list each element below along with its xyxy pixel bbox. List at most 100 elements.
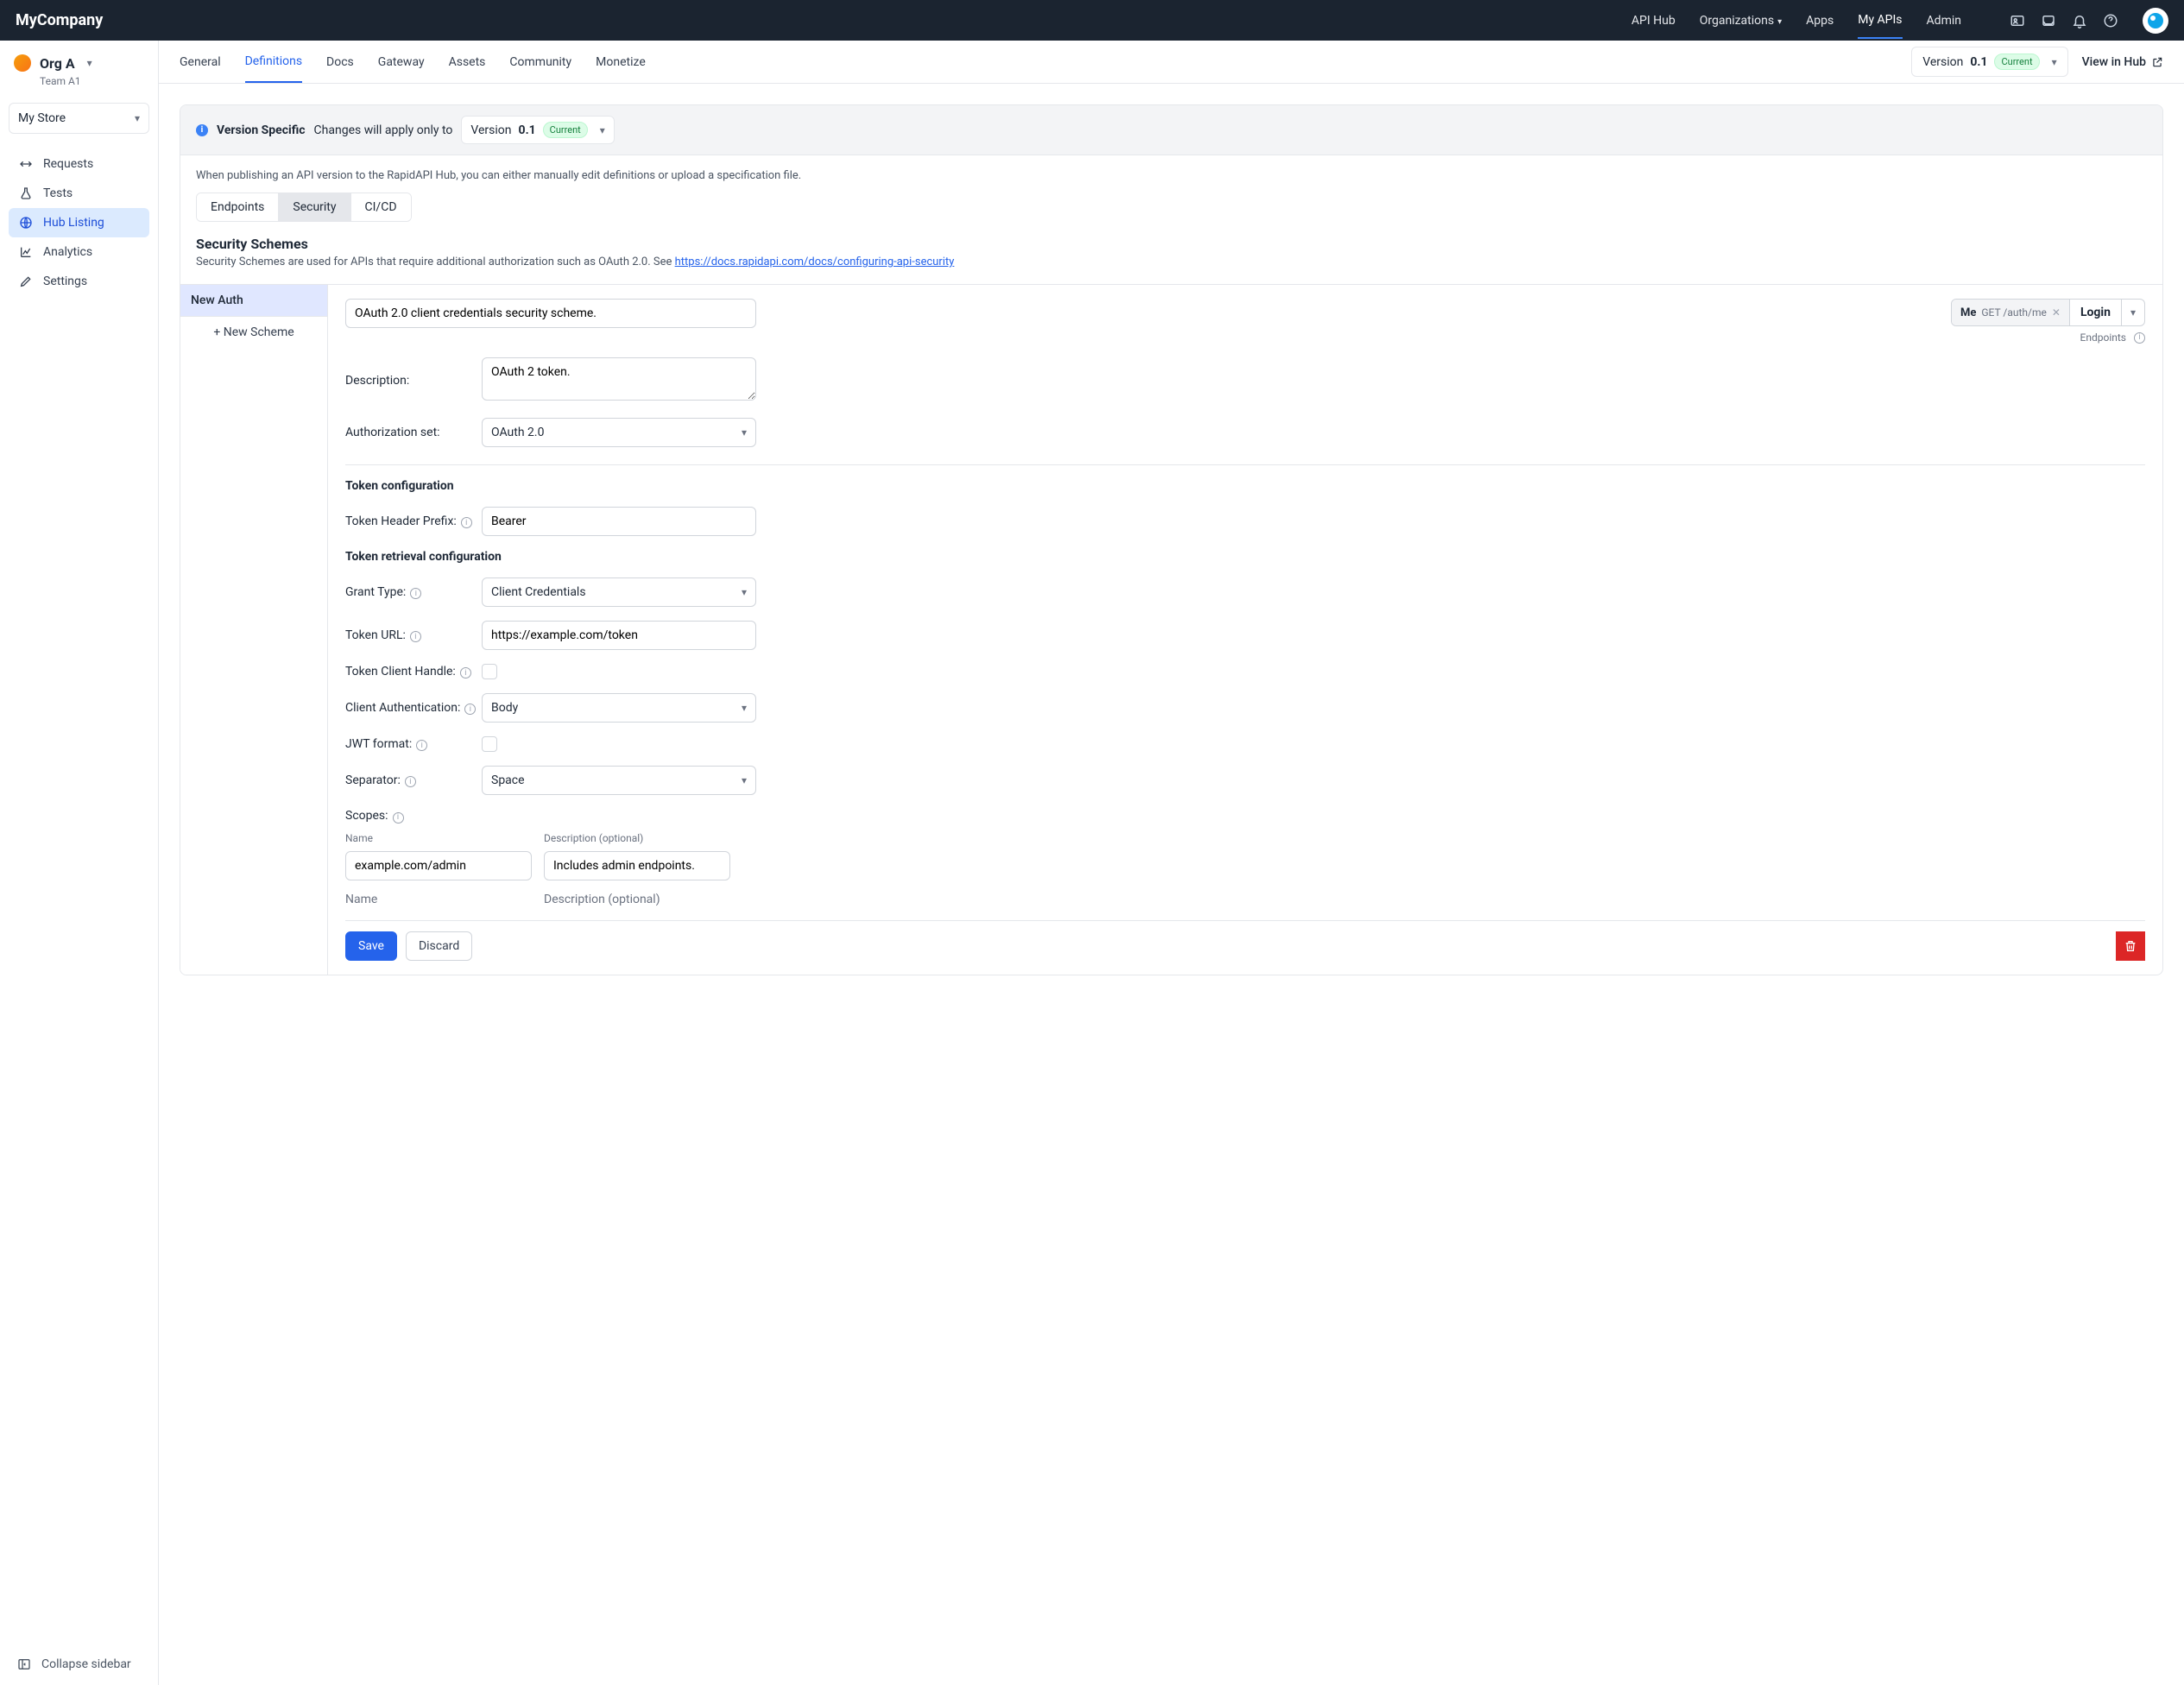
nav-my-apis[interactable]: My APIs: [1858, 3, 1902, 39]
sidenav-analytics[interactable]: Analytics: [9, 237, 149, 267]
seg-endpoints[interactable]: Endpoints: [197, 193, 279, 221]
scopes-label: Scopes:: [345, 809, 388, 823]
store-picker[interactable]: My Store ▾: [9, 103, 149, 134]
scope-name-input[interactable]: [345, 851, 532, 880]
security-docs-link[interactable]: https://docs.rapidapi.com/docs/configuri…: [675, 256, 955, 268]
tab-gateway[interactable]: Gateway: [378, 42, 425, 82]
nav-admin[interactable]: Admin: [1927, 3, 1961, 38]
schemes-list: New Auth + New Scheme: [180, 285, 327, 975]
scope-desc-placeholder: Description (optional): [544, 893, 730, 906]
version-number: 0.1: [1970, 55, 1987, 69]
nav-organizations[interactable]: Organizations▾: [1700, 3, 1782, 38]
flask-icon: [19, 186, 33, 200]
authset-label: Authorization set:: [345, 426, 482, 439]
tokenurl-label: Token URL:: [345, 628, 406, 642]
tab-assets[interactable]: Assets: [449, 42, 486, 82]
inbox-icon[interactable]: [2041, 13, 2056, 28]
arrows-icon: [19, 157, 33, 171]
delete-button[interactable]: [2116, 931, 2145, 961]
tab-docs[interactable]: Docs: [326, 42, 354, 82]
sidenav-hub-listing[interactable]: Hub Listing: [9, 208, 149, 237]
chevron-down-icon: ▾: [742, 586, 747, 598]
org-badge-icon: [14, 54, 31, 72]
banner-version-selector[interactable]: Version 0.1 Current ▾: [461, 116, 614, 144]
info-icon[interactable]: i: [410, 588, 421, 599]
collapse-label: Collapse sidebar: [41, 1657, 131, 1671]
authset-select[interactable]: OAuth 2.0▾: [482, 418, 756, 447]
nav-api-hub[interactable]: API Hub: [1632, 3, 1676, 38]
sidenav-requests[interactable]: Requests: [9, 149, 149, 179]
sidenav-settings[interactable]: Settings: [9, 267, 149, 296]
sep-select[interactable]: Space▾: [482, 766, 756, 795]
bell-icon[interactable]: [2072, 13, 2087, 28]
current-badge: Current: [1994, 54, 2039, 70]
tab-general[interactable]: General: [180, 42, 221, 82]
grant-value: Client Credentials: [491, 585, 586, 599]
nav-organizations-label: Organizations: [1700, 14, 1774, 28]
sidenav-tests[interactable]: Tests: [9, 179, 149, 208]
seg-cicd[interactable]: CI/CD: [351, 193, 411, 221]
info-icon[interactable]: i: [410, 631, 421, 642]
chip-dropdown[interactable]: ▾: [2122, 300, 2144, 325]
banner-title: Version Specific: [217, 123, 306, 137]
add-new-scheme[interactable]: + New Scheme: [180, 317, 327, 348]
save-button[interactable]: Save: [345, 931, 397, 961]
external-link-icon: [2151, 56, 2163, 68]
tab-community[interactable]: Community: [509, 42, 571, 82]
tokenurl-input[interactable]: [482, 621, 756, 650]
scheme-title-input[interactable]: [345, 299, 756, 328]
scope-desc-input[interactable]: [544, 851, 730, 880]
chevron-down-icon: ▾: [135, 112, 140, 124]
description-input[interactable]: OAuth 2 token.: [482, 357, 756, 401]
info-icon[interactable]: i: [461, 517, 472, 528]
org-switcher[interactable]: Org A ▾: [0, 41, 158, 75]
trc-title: Token retrieval configuration: [345, 550, 2145, 564]
endpoint-chip[interactable]: Me GET /auth/me ✕: [1952, 300, 2070, 325]
discard-button[interactable]: Discard: [406, 931, 472, 961]
info-icon[interactable]: i: [405, 776, 416, 787]
info-icon[interactable]: i: [2134, 332, 2145, 344]
clientauth-label: Client Authentication:: [345, 701, 460, 715]
info-icon[interactable]: i: [464, 704, 476, 715]
tab-definitions[interactable]: Definitions: [245, 41, 302, 83]
chevron-down-icon: ▾: [742, 702, 747, 714]
top-icons: [2010, 8, 2168, 34]
authset-value: OAuth 2.0: [491, 426, 544, 439]
nav-apps[interactable]: Apps: [1806, 3, 1834, 38]
sidenav-label: Settings: [43, 275, 87, 288]
help-icon[interactable]: [2103, 13, 2118, 28]
security-schemes-header: Security Schemes Security Schemes are us…: [180, 236, 2162, 274]
info-icon[interactable]: i: [460, 667, 471, 678]
version-selector[interactable]: Version 0.1 Current ▾: [1911, 47, 2067, 77]
collapse-sidebar[interactable]: Collapse sidebar: [0, 1644, 158, 1685]
jwt-checkbox[interactable]: [482, 736, 497, 752]
sub-header: General Definitions Docs Gateway Assets …: [159, 41, 2184, 84]
version-label: Version: [470, 123, 511, 137]
definitions-segment: Endpoints Security CI/CD: [196, 192, 412, 222]
tch-checkbox[interactable]: [482, 664, 497, 679]
tab-monetize[interactable]: Monetize: [596, 42, 646, 82]
chip-remove-icon[interactable]: ✕: [2052, 306, 2061, 319]
chevron-down-icon: ▾: [1777, 17, 1782, 27]
thp-label: Token Header Prefix:: [345, 514, 457, 528]
sep-label: Separator:: [345, 773, 401, 787]
collapse-icon: [17, 1657, 31, 1671]
info-icon[interactable]: i: [416, 740, 427, 751]
chevron-down-icon: ▾: [87, 57, 92, 69]
seg-security[interactable]: Security: [279, 193, 350, 221]
view-in-hub-link[interactable]: View in Hub: [2082, 55, 2163, 69]
org-name: Org A: [40, 55, 75, 72]
avatar[interactable]: [2143, 8, 2168, 34]
current-badge: Current: [543, 122, 588, 138]
thp-input[interactable]: [482, 507, 756, 536]
globe-icon: [19, 216, 33, 230]
grant-select[interactable]: Client Credentials ▾: [482, 577, 756, 607]
banner-msg: Changes will apply only to: [314, 123, 453, 137]
login-button[interactable]: Login: [2070, 300, 2122, 325]
id-card-icon[interactable]: [2010, 13, 2025, 28]
version-specific-banner: i Version Specific Changes will apply on…: [180, 105, 2162, 155]
info-icon[interactable]: i: [393, 812, 404, 824]
clientauth-select[interactable]: Body▾: [482, 693, 756, 723]
token-config-title: Token configuration: [345, 479, 2145, 493]
scheme-new-auth[interactable]: New Auth: [180, 285, 327, 317]
